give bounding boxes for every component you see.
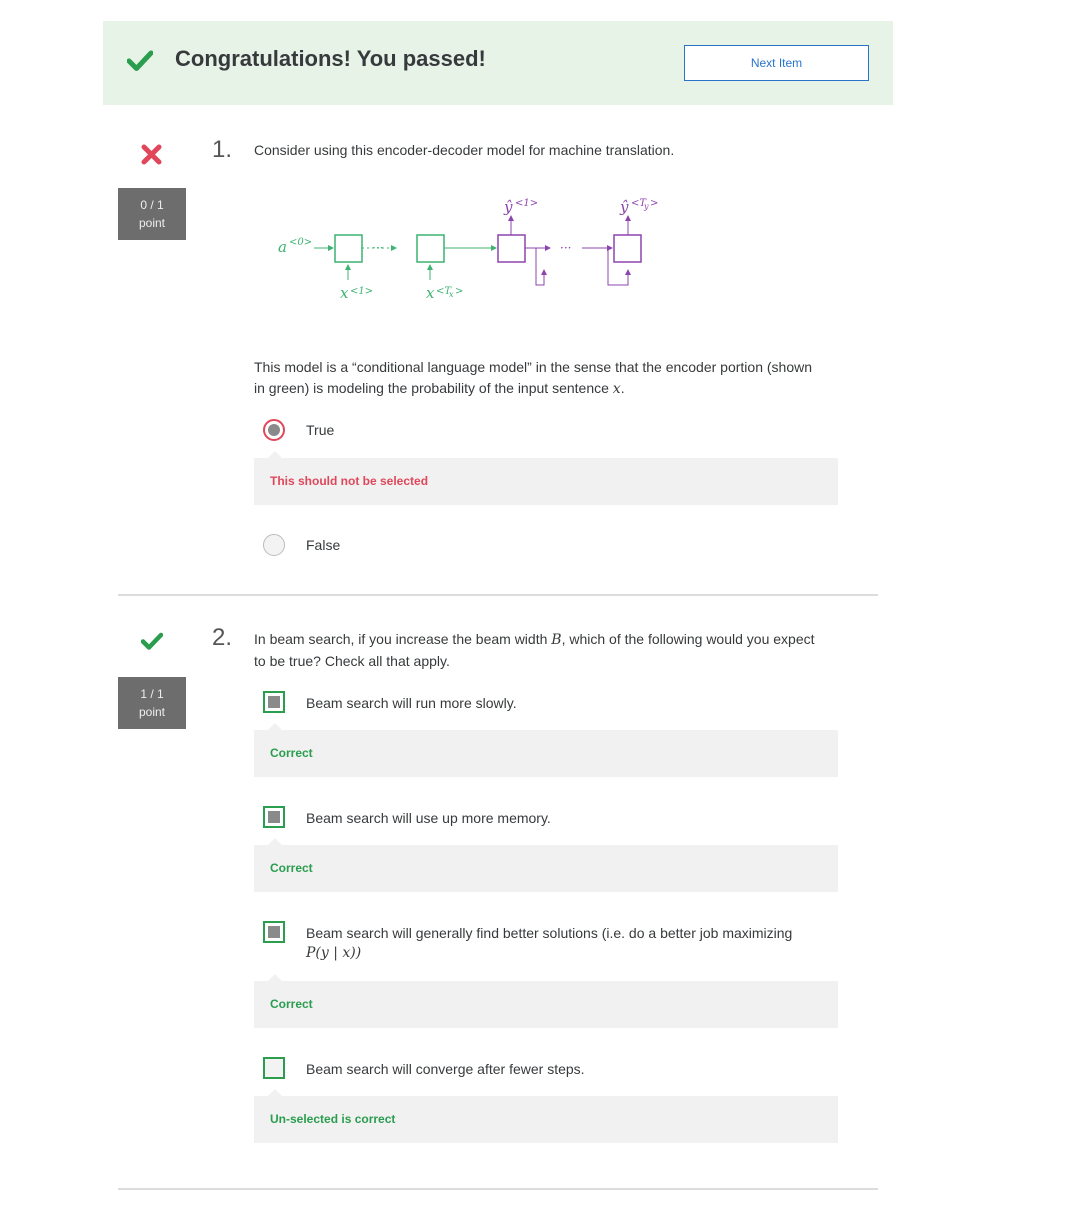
banner-title: Congratulations! You passed! <box>175 46 486 71</box>
ellipsis: ··· <box>372 241 383 255</box>
pass-banner: Congratulations! You passed! Next Item <box>103 21 893 105</box>
feedback-correct: Correct <box>254 838 838 892</box>
next-item-button[interactable]: Next Item <box>684 45 869 81</box>
radio-button[interactable] <box>263 534 285 556</box>
x1-label: x <box>340 284 349 302</box>
option-label: Beam search will converge after fewer st… <box>306 1061 585 1077</box>
xT-close: > <box>455 286 463 297</box>
score-unit: point <box>138 216 166 230</box>
score-value: 1 / 1 <box>140 687 164 701</box>
yT-sub: y <box>643 202 649 211</box>
prompt-var: B <box>551 632 562 648</box>
option-label: Beam search will use up more memory. <box>306 810 551 826</box>
question-prompt: In beam search, if you increase the beam… <box>254 629 819 672</box>
question-prompt: Consider using this encoder-decoder mode… <box>254 142 675 158</box>
prompt-text: In beam search, if you increase the beam… <box>254 631 552 647</box>
question-divider <box>118 1188 878 1190</box>
encoder-decoder-diagram: a <0> ··· x <1> x <T x > ··· ŷ <1> ŷ <T … <box>278 198 658 302</box>
option-label: Beam search will generally find better s… <box>306 925 793 941</box>
a0-sup: <0> <box>289 237 312 248</box>
option-label: Beam search will run more slowly. <box>306 695 517 711</box>
checkbox[interactable] <box>263 691 285 713</box>
feedback-correct: Correct <box>254 723 838 777</box>
score-value: 0 / 1 <box>140 198 164 212</box>
feedback-correct: Correct <box>254 974 838 1028</box>
question-divider <box>118 594 878 596</box>
checkbox[interactable] <box>263 1057 285 1079</box>
question-number: 2. <box>212 624 233 651</box>
statement-text: This model is a “conditional language mo… <box>254 359 812 396</box>
y1-sup: <1> <box>515 198 538 209</box>
feedback-incorrect: This should not be selected <box>254 451 838 505</box>
radio-button[interactable] <box>263 419 285 441</box>
yT-label: ŷ <box>619 198 629 216</box>
yT-close: > <box>650 198 658 209</box>
decoder-cell <box>497 234 526 263</box>
checkmark-icon <box>140 632 164 656</box>
ellipsis: ··· <box>560 241 571 255</box>
checkbox[interactable] <box>263 806 285 828</box>
y1-label: ŷ <box>503 198 513 216</box>
score-badge: 1 / 1 point <box>118 677 186 729</box>
option-label: True <box>306 422 335 438</box>
encoder-cell <box>416 234 445 263</box>
statement-end: . <box>620 380 625 396</box>
encoder-cell <box>334 234 363 263</box>
score-unit: point <box>138 705 166 719</box>
question-statement: This model is a “conditional language mo… <box>254 357 814 400</box>
statement-var: x <box>612 381 621 397</box>
xT-sub: x <box>449 290 454 299</box>
decoder-cell <box>613 234 642 263</box>
score-badge: 0 / 1 point <box>118 188 186 240</box>
xT-label: x <box>426 284 435 302</box>
feedback-correct: Un-selected is correct <box>254 1089 838 1143</box>
x-mark-icon <box>141 144 162 170</box>
checkbox[interactable] <box>263 921 285 943</box>
checkmark-icon <box>126 50 154 77</box>
a0-label: a <box>278 238 287 256</box>
question-number: 1. <box>212 136 233 163</box>
x1-sup: <1> <box>350 286 373 297</box>
option-label-math: P(y | x)) <box>306 945 362 961</box>
option-label: False <box>306 537 341 553</box>
